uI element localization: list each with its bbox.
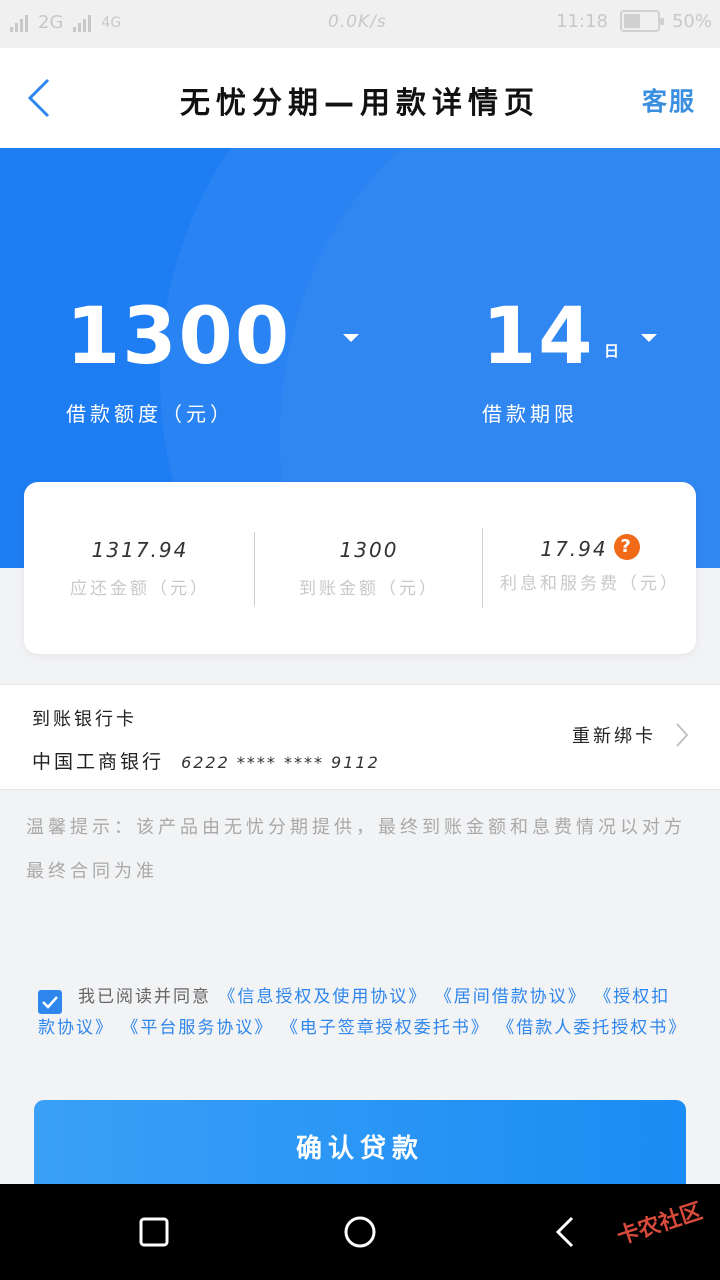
- network-4g-label: 4G: [101, 14, 122, 31]
- recent-apps-button[interactable]: [136, 1214, 172, 1250]
- battery-percent: 50%: [671, 10, 712, 32]
- caret-down-icon[interactable]: [343, 334, 359, 342]
- agreement-link-borrower-auth[interactable]: 《借款人委托授权书》: [497, 1018, 687, 1038]
- agreement-prefix: 我已阅读并同意: [78, 987, 211, 1007]
- agreement-text: 我已阅读并同意 《信息授权及使用协议》 《居间借款协议》 《授权扣款协议》 《平…: [38, 982, 688, 1044]
- agree-checkbox[interactable]: [38, 990, 62, 1014]
- system-back-button[interactable]: [548, 1214, 584, 1250]
- loan-term-unit: 日: [604, 342, 620, 360]
- rebind-card-button[interactable]: 重新绑卡: [572, 721, 690, 749]
- caret-down-icon[interactable]: [641, 334, 657, 342]
- repayment-summary-card: 1317.94 应还金额（元） 1300 到账金额（元） 17.94? 利息和服…: [24, 482, 696, 654]
- summary-repay-amount: 1317.94 应还金额（元）: [24, 482, 256, 654]
- network-2g-label: 2G: [38, 12, 64, 33]
- warm-tip: 温馨提示：该产品由无忧分期提供，最终到账金额和息费情况以对方最终合同为准: [26, 817, 686, 882]
- battery-icon: [619, 10, 664, 32]
- repay-amount-label: 应还金额（元）: [70, 579, 210, 599]
- signal-icon: [10, 14, 28, 32]
- summary-received-amount: 1300 到账金额（元）: [256, 482, 482, 654]
- received-amount-value: 1300: [339, 538, 399, 562]
- agreement-link-platform-service[interactable]: 《平台服务协议》: [121, 1018, 273, 1038]
- interest-fee-value: 17.94: [540, 537, 608, 561]
- help-icon[interactable]: ?: [613, 534, 640, 560]
- bank-name: 中国工商银行: [32, 751, 165, 773]
- clock: 11:18: [556, 10, 608, 32]
- received-amount-label: 到账金额（元）: [299, 579, 439, 599]
- checkmark-icon: [42, 996, 58, 1009]
- bank-card-number: 6222 **** **** 9112: [181, 753, 380, 772]
- summary-interest-fee: 17.94? 利息和服务费（元）: [484, 482, 696, 654]
- watermark-logo: 卡农社区: [614, 1199, 706, 1251]
- customer-service-button[interactable]: 客服: [642, 82, 696, 118]
- signal-icon: [73, 14, 92, 32]
- home-button[interactable]: [342, 1214, 378, 1250]
- loan-amount-value: 1300: [66, 292, 292, 382]
- agreement-link-e-signature[interactable]: 《电子签章授权委托书》: [281, 1018, 490, 1038]
- agreement-link-intermediary-loan[interactable]: 《居间借款协议》: [435, 987, 587, 1007]
- square-icon: [139, 1217, 169, 1247]
- bank-card-section: 到账银行卡 中国工商银行 6222 **** **** 9112 重新绑卡: [0, 684, 720, 790]
- divider: [254, 532, 255, 606]
- divider: [482, 528, 483, 608]
- agreement-section: 我已阅读并同意 《信息授权及使用协议》 《居间借款协议》 《授权扣款协议》 《平…: [38, 982, 688, 1044]
- loan-term-label: 借款期限: [482, 402, 578, 426]
- network-speed: 0.0K/s: [328, 12, 387, 32]
- loan-amount-selector[interactable]: 1300 借款额度（元）: [66, 298, 291, 427]
- status-bar: 2G 4G 0.0K/s 11:18 50%: [0, 0, 720, 48]
- loan-term-value: 14: [482, 292, 595, 382]
- system-nav-bar: 卡农社区: [0, 1184, 720, 1280]
- page-title: 无忧分期—用款详情页: [180, 86, 540, 121]
- interest-fee-row: 17.94?: [484, 534, 696, 561]
- repay-amount-value: 1317.94: [91, 538, 189, 562]
- bank-card-title: 到账银行卡: [32, 709, 137, 730]
- confirm-loan-button[interactable]: 确认贷款: [34, 1100, 686, 1196]
- nav-bar: 无忧分期—用款详情页 客服: [0, 48, 720, 148]
- bank-card-info: 中国工商银行 6222 **** **** 9112: [32, 747, 380, 774]
- rebind-card-label: 重新绑卡: [572, 726, 656, 747]
- loan-term-selector[interactable]: 14 借款期限: [482, 298, 595, 427]
- chevron-right-icon: [676, 723, 689, 747]
- loan-amount-label: 借款额度（元）: [66, 402, 234, 426]
- agreement-link-info-auth[interactable]: 《信息授权及使用协议》: [218, 987, 427, 1007]
- circle-icon: [344, 1216, 376, 1248]
- interest-fee-label: 利息和服务费（元）: [500, 574, 680, 594]
- triangle-back-icon: [555, 1216, 574, 1248]
